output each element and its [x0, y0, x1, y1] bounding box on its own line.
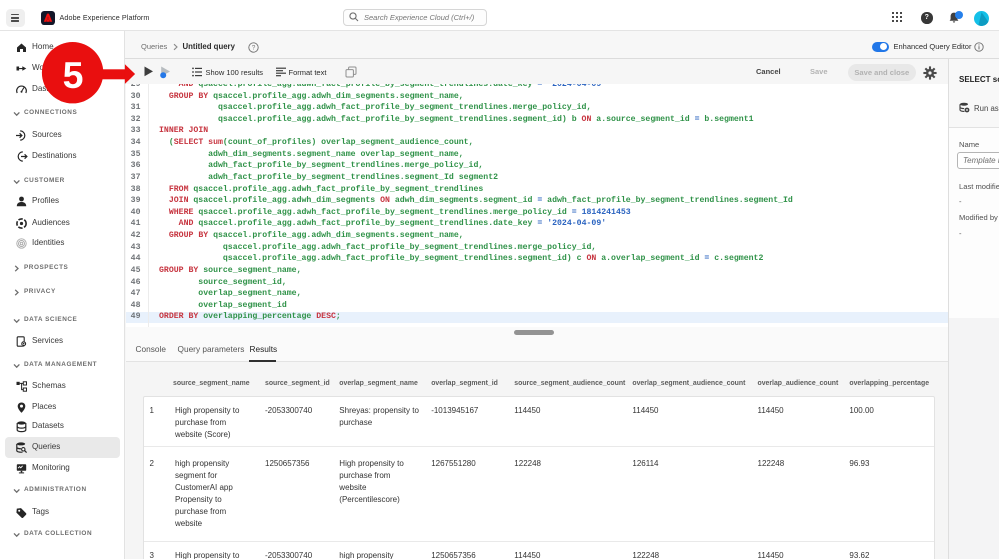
svg-text:?: ?: [251, 44, 255, 51]
